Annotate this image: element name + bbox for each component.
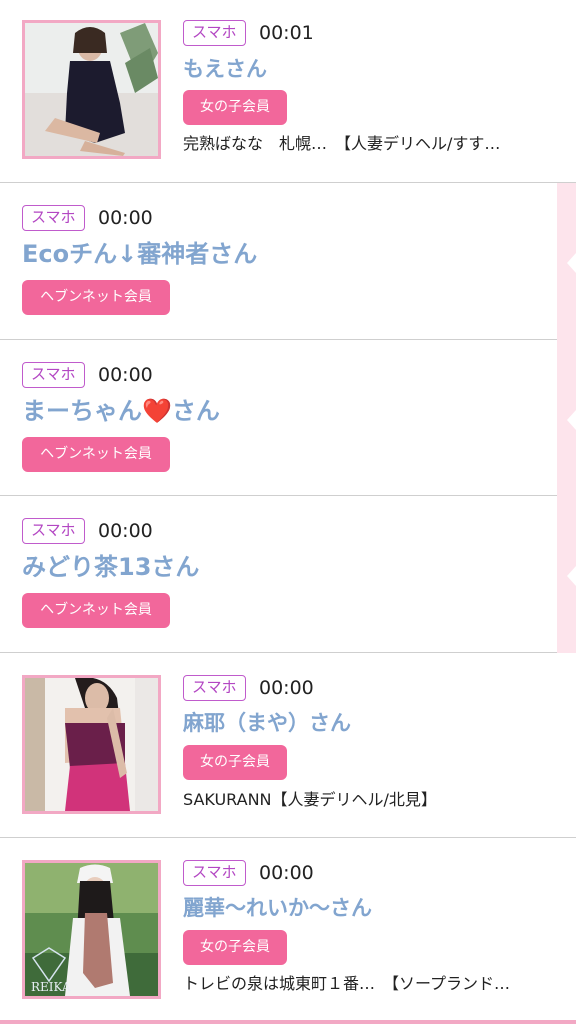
user-name[interactable]: みどり茶13さん [22, 551, 199, 583]
chevron-left-icon [567, 253, 576, 273]
shop-name[interactable]: トレビの泉は城東町１番… 【ソープランド… [183, 973, 510, 995]
list-item[interactable]: スマホ 00:00 みどり茶13さん ヘブンネット会員 [0, 496, 557, 653]
list-item[interactable]: スマホ 00:00 麻耶（まや）さん 女の子会員 SAKURANN【人妻デリヘル… [0, 653, 576, 838]
profile-photo[interactable] [22, 20, 161, 159]
user-name[interactable]: もえさん [183, 55, 267, 83]
member-badge: 女の子会員 [183, 930, 287, 965]
divider [0, 1020, 576, 1024]
access-time: 00:00 [98, 364, 153, 386]
device-tag: スマホ [22, 518, 85, 544]
chevron-left-icon [567, 410, 576, 430]
member-badge: 女の子会員 [183, 90, 287, 125]
device-tag: スマホ [183, 860, 246, 886]
member-badge: ヘブンネット会員 [22, 437, 170, 472]
shop-name[interactable]: SAKURANN【人妻デリヘル/北見】 [183, 789, 437, 811]
photo-watermark: REIKA [31, 980, 71, 994]
member-badge: ヘブンネット会員 [22, 280, 170, 315]
user-name[interactable]: 麻耶（まや）さん [183, 709, 351, 737]
device-tag: スマホ [22, 205, 85, 231]
access-time: 00:00 [259, 677, 314, 699]
user-name[interactable]: Ecoチん↓審神者さん [22, 238, 257, 270]
member-badge: ヘブンネット会員 [22, 593, 170, 628]
member-badge: 女の子会員 [183, 745, 287, 780]
shop-name[interactable]: 完熟ばなな 札幌… 【人妻デリヘル/すす… [183, 133, 500, 155]
device-tag: スマホ [22, 362, 85, 388]
chevron-left-icon [567, 566, 576, 586]
profile-photo[interactable] [22, 675, 161, 814]
user-name[interactable]: 麗華～れいか～さん [183, 894, 372, 922]
access-time: 00:01 [259, 22, 314, 44]
access-time: 00:00 [98, 207, 153, 229]
profile-photo[interactable]: REIKA [22, 860, 161, 999]
user-name[interactable]: まーちゃん❤️さん [22, 395, 220, 427]
footprint-list: スマホ 00:01 もえさん 女の子会員 完熟ばなな 札幌… 【人妻デリヘル/す… [0, 0, 576, 1024]
device-tag: スマホ [183, 675, 246, 701]
side-strip [557, 183, 576, 653]
access-time: 00:00 [98, 520, 153, 542]
list-item[interactable]: スマホ 00:00 まーちゃん❤️さん ヘブンネット会員 [0, 340, 557, 496]
access-time: 00:00 [259, 862, 314, 884]
list-item[interactable]: スマホ 00:00 Ecoチん↓審神者さん ヘブンネット会員 [0, 183, 557, 340]
list-item[interactable]: REIKA スマホ 00:00 麗華～れいか～さん 女の子会員 トレビの泉は城東… [0, 838, 576, 1020]
list-item[interactable]: スマホ 00:01 もえさん 女の子会員 完熟ばなな 札幌… 【人妻デリヘル/す… [0, 0, 576, 183]
device-tag: スマホ [183, 20, 246, 46]
